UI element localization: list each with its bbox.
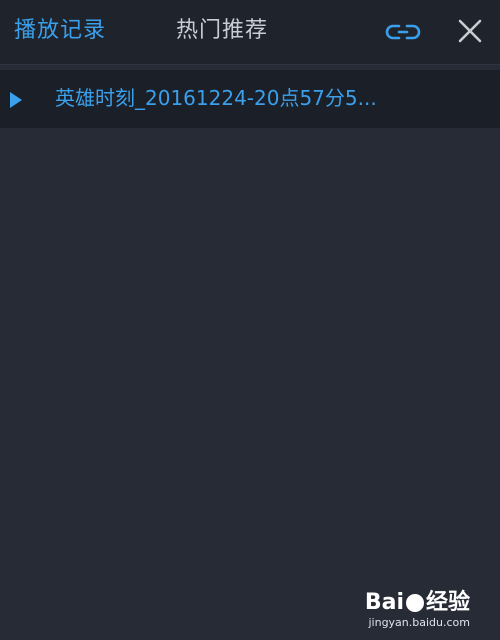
play-arrow-icon [10,92,22,108]
link-button[interactable] [385,14,421,50]
history-list: 英雄时刻_20161224-20点57分5... [0,70,500,128]
close-icon [458,19,482,43]
history-panel: 播放记录 热门推荐 英雄时刻_20161224-20点57分5... Bai 经验… [0,0,500,640]
paw-icon [405,594,424,612]
watermark-logo: Bai 经验 [365,590,470,616]
history-item[interactable]: 英雄时刻_20161224-20点57分5... [0,70,500,128]
panel-header: 播放记录 热门推荐 [0,0,500,65]
watermark-logo-suffix: 经验 [425,590,470,615]
close-button[interactable] [452,14,488,50]
link-icon [385,24,421,40]
watermark-url: jingyan.baidu.com [368,616,470,629]
history-item-title: 英雄时刻_20161224-20点57分5... [55,86,377,110]
tab-hot-recommend[interactable]: 热门推荐 [176,16,268,46]
tab-play-history[interactable]: 播放记录 [14,16,106,46]
watermark-logo-text: Bai [364,590,404,615]
baidu-jingyan-watermark: Bai 经验 jingyan.baidu.com [365,590,470,630]
